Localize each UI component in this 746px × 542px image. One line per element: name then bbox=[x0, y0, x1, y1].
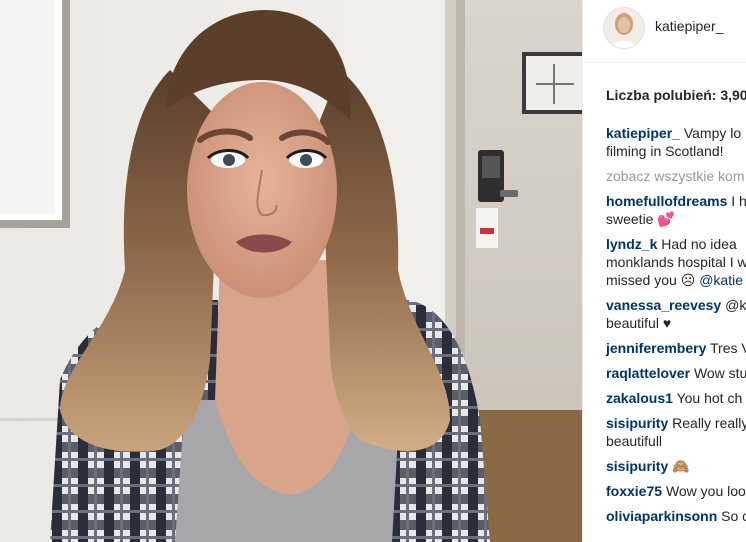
sad-face-icon: ☹ bbox=[680, 272, 696, 288]
comment-item: sisipurity Really really beautifull bbox=[606, 414, 746, 450]
avatar[interactable] bbox=[603, 7, 645, 49]
comment-item: sisipurity 🙈 bbox=[606, 457, 746, 475]
comment-item: raqlattelover Wow stu bbox=[606, 364, 746, 382]
see-all-comments-link[interactable]: zobacz wszystkie kom bbox=[606, 167, 746, 185]
caption-author[interactable]: katiepiper_ bbox=[606, 125, 680, 141]
post-sidebar: katiepiper_ Liczba polubień: 3,90 katiep… bbox=[582, 0, 746, 542]
post-photo[interactable] bbox=[0, 0, 582, 542]
comment-author[interactable]: homefullofdreams bbox=[606, 193, 727, 209]
post-header: katiepiper_ bbox=[583, 0, 746, 63]
comment-text-line2: beautiful bbox=[606, 315, 659, 331]
caption-text-line2: filming in Scotland! bbox=[606, 143, 724, 159]
comment-item: zakalous1 You hot ch bbox=[606, 389, 746, 407]
comment-item: oliviaparkinsonn So c bbox=[606, 507, 746, 525]
comment-text-line3: missed you bbox=[606, 272, 677, 288]
comment-author[interactable]: jenniferembery bbox=[606, 340, 706, 356]
caption: katiepiper_ Vampy lo filming in Scotland… bbox=[606, 124, 746, 160]
comments-list: katiepiper_ Vampy lo filming in Scotland… bbox=[606, 124, 746, 532]
two-hearts-icon: 💕 bbox=[657, 211, 675, 227]
comment-text: Wow you loo bbox=[665, 483, 746, 499]
monkey-icon: 🙈 bbox=[672, 458, 690, 474]
comment-text: Wow stu bbox=[693, 365, 746, 381]
comment-author[interactable]: raqlattelover bbox=[606, 365, 690, 381]
comment-text-line2: sweetie bbox=[606, 211, 654, 227]
comment-author[interactable]: foxxie75 bbox=[606, 483, 662, 499]
comment-item: jenniferembery Tres V bbox=[606, 339, 746, 357]
post-username[interactable]: katiepiper_ bbox=[655, 18, 724, 34]
comment-item: vanessa_reevesy @k beautiful ♥ bbox=[606, 296, 746, 332]
comment-text: So c bbox=[721, 508, 746, 524]
likes-count[interactable]: Liczba polubień: 3,90 bbox=[606, 87, 746, 103]
caption-text: Vampy lo bbox=[683, 125, 742, 141]
comment-text: Tres V bbox=[710, 340, 746, 356]
comment-text-line2: monklands hospital I w bbox=[606, 254, 746, 270]
comment-author[interactable]: sisipurity bbox=[606, 415, 668, 431]
comment-author[interactable]: zakalous1 bbox=[606, 390, 673, 406]
comment-text: You hot ch bbox=[676, 390, 743, 406]
comment-text: Had no idea bbox=[661, 236, 737, 252]
comment-text-line2: beautifull bbox=[606, 433, 663, 449]
comment-text: @k bbox=[725, 297, 746, 313]
comment-author[interactable]: oliviaparkinsonn bbox=[606, 508, 717, 524]
comment-text: Really really bbox=[672, 415, 746, 431]
comment-mention[interactable]: @katie bbox=[699, 272, 743, 288]
comment-item: homefullofdreams I h sweetie 💕 bbox=[606, 192, 746, 228]
comment-author[interactable]: lyndz_k bbox=[606, 236, 657, 252]
comment-text: I h bbox=[731, 193, 746, 209]
black-heart-icon: ♥ bbox=[662, 315, 672, 331]
comment-author[interactable]: sisipurity bbox=[606, 458, 668, 474]
avatar-image bbox=[604, 8, 644, 48]
comment-item: foxxie75 Wow you loo bbox=[606, 482, 746, 500]
post-image bbox=[0, 0, 582, 542]
comment-item: lyndz_k Had no idea monklands hospital I… bbox=[606, 235, 746, 289]
comment-author[interactable]: vanessa_reevesy bbox=[606, 297, 721, 313]
